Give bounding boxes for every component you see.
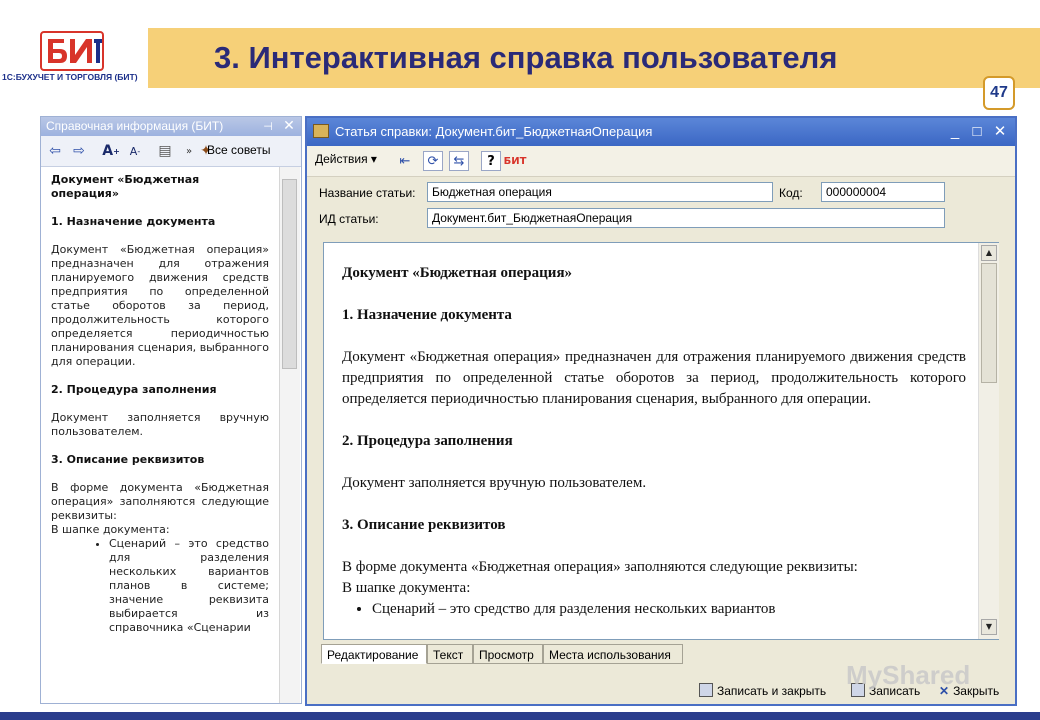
scroll-thumb[interactable] [981, 263, 997, 383]
pin-icon[interactable]: ⊣ [261, 117, 275, 136]
requisites-list: Сценарий – это средство для разделения н… [51, 537, 269, 635]
font-decrease-icon[interactable]: A- [125, 142, 145, 160]
section-1-text: Документ «Бюджетная операция» предназнач… [51, 243, 269, 368]
scroll-down-arrow-icon[interactable]: ▼ [981, 619, 997, 635]
footer-strip [0, 712, 1040, 720]
section-1-text: Документ «Бюджетная операция» предназнач… [342, 349, 966, 407]
save-close-icon [699, 683, 713, 697]
close-button[interactable]: ✕ [990, 122, 1010, 142]
section-2-title: 2. Процедура заполнения [51, 383, 217, 396]
switch-icon[interactable]: ⇆ [449, 151, 469, 171]
panel-article-text: Документ «Бюджетная операция» 1. Назначе… [51, 173, 269, 635]
section-3-text: В форме документа «Бюджетная операция» з… [342, 559, 858, 575]
scroll-thumb[interactable] [282, 179, 297, 369]
section-3-text: В форме документа «Бюджетная операция» з… [51, 481, 269, 522]
article-editor[interactable]: Документ «Бюджетная операция» 1. Назначе… [323, 242, 999, 640]
more-chevron-icon[interactable]: » [179, 142, 199, 160]
help-article-dialog: Статья справки: Документ.бит_БюджетнаяОп… [305, 116, 1017, 706]
tab-usage-places[interactable]: Места использования [543, 644, 683, 664]
tab-preview[interactable]: Просмотр [473, 644, 543, 664]
slide-title: 3. Интерактивная справка пользователя [214, 40, 838, 75]
watermark: MyShared [846, 660, 971, 690]
editor-text[interactable]: Документ «Бюджетная операция» 1. Назначе… [342, 263, 966, 620]
dialog-toolbar: Действия ▾ ⇤ ⟳ ⇆ ? БИТ [307, 146, 1015, 177]
refresh-icon[interactable]: ⟳ [423, 151, 443, 171]
section-2-title: 2. Процедура заполнения [342, 433, 513, 449]
back-arrow-icon[interactable]: ⇦ [45, 142, 65, 160]
font-increase-icon[interactable]: A + [101, 142, 121, 160]
name-field[interactable]: Бюджетная операция [427, 182, 773, 202]
actions-menu-button[interactable]: Действия ▾ [315, 152, 377, 166]
print-icon[interactable]: ▤ [155, 142, 175, 160]
section-2-text: Документ заполняется вручную пользовател… [342, 475, 647, 491]
help-info-panel: Справочная информация (БИТ) ⊣ ✕ ⇦ ⇨ A + A… [40, 116, 302, 704]
panel-toolbar: ⇦ ⇨ A + A- ▤ » ✦ Все советы [41, 136, 301, 167]
maximize-button[interactable]: □ [967, 122, 987, 142]
requisites-list: Сценарий – это средство для разделения н… [342, 599, 966, 620]
section-1-title: 1. Назначение документа [51, 215, 216, 228]
minimize-button[interactable]: _ [945, 122, 965, 142]
section-3-subtitle: В шапке документа: [51, 523, 170, 536]
bit-logo [40, 31, 104, 71]
article-heading: Документ «Бюджетная операция» [342, 265, 573, 281]
section-3-title: 3. Описание реквизитов [51, 453, 205, 466]
id-label: ИД статьи: [319, 212, 379, 226]
section-2-text: Документ заполняется вручную пользовател… [51, 411, 269, 438]
save-and-close-button[interactable]: Записать и закрыть [699, 680, 826, 702]
section-3-title: 3. Описание реквизитов [342, 517, 506, 533]
panel-scrollbar[interactable] [279, 167, 300, 703]
help-icon[interactable]: ? [481, 151, 501, 171]
bit-logo-icon[interactable]: БИТ [504, 151, 527, 171]
logo-caption: 1С:БУХУЧЕТ И ТОРГОВЛЯ (БИТ) [2, 72, 138, 82]
dialog-title: Статья справки: Документ.бит_БюджетнаяОп… [335, 124, 653, 139]
code-field[interactable]: 000000004 [821, 182, 945, 202]
tab-editing[interactable]: Редактирование [321, 644, 427, 664]
panel-close-icon[interactable]: ✕ [281, 117, 297, 136]
section-3-subtitle: В шапке документа: [342, 580, 471, 596]
code-label: Код: [779, 186, 803, 200]
list-item: Сценарий – это средство для разделения н… [372, 599, 966, 620]
all-tips-button[interactable]: Все советы [207, 143, 270, 157]
list-item: Сценарий – это средство для разделения н… [109, 537, 269, 635]
editor-scrollbar[interactable]: ▲ ▼ [978, 243, 999, 639]
dialog-titlebar: Статья справки: Документ.бит_БюджетнаяОп… [307, 118, 1015, 146]
tab-text[interactable]: Текст [427, 644, 473, 664]
name-label: Название статьи: [319, 186, 416, 200]
article-icon [313, 124, 329, 138]
section-1-title: 1. Назначение документа [342, 307, 512, 323]
forward-arrow-icon[interactable]: ⇨ [69, 142, 89, 160]
jump-icon[interactable]: ⇤ [395, 151, 415, 171]
page-number-badge: 47 [983, 76, 1015, 110]
article-heading: Документ «Бюджетная операция» [51, 173, 200, 200]
id-field[interactable]: Документ.бит_БюджетнаяОперация [427, 208, 945, 228]
scroll-up-arrow-icon[interactable]: ▲ [981, 245, 997, 261]
